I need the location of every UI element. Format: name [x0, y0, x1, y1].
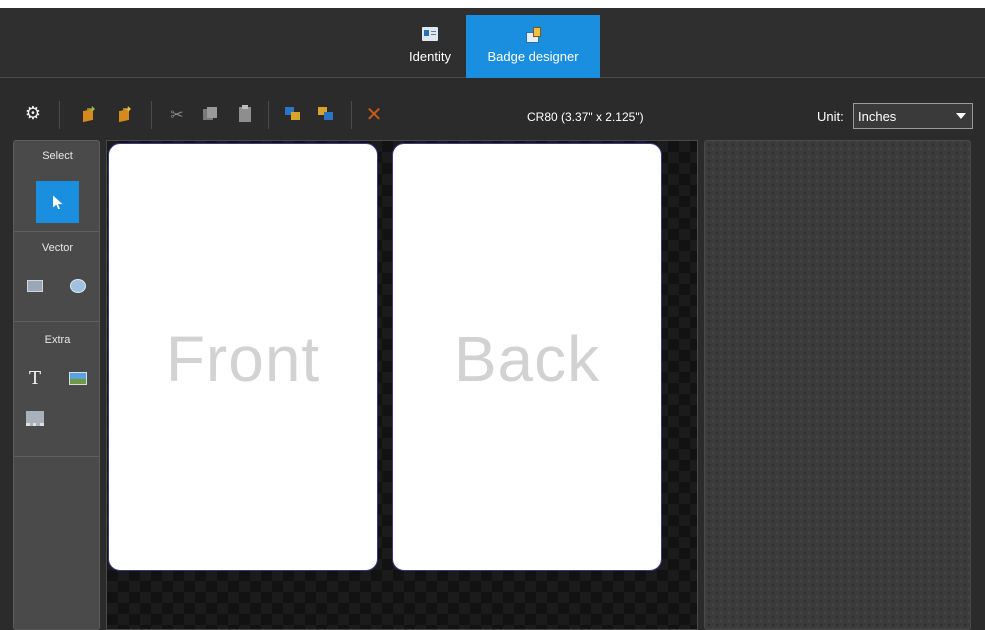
palette-divider [14, 321, 100, 322]
badge-designer-icon [525, 27, 541, 43]
card-back[interactable]: Back [392, 143, 662, 571]
palette-section-extra: Extra [44, 334, 71, 346]
card-front-label: Front [165, 323, 321, 395]
select-tool-button[interactable] [36, 181, 79, 223]
palette-section-select: Select [42, 150, 73, 162]
rectangle-icon [27, 280, 43, 292]
palette-divider [14, 456, 100, 457]
rectangle-tool-button[interactable] [24, 275, 46, 297]
tab-identity[interactable]: Identity [397, 15, 463, 78]
card-front[interactable]: Front [108, 143, 378, 571]
ellipse-icon [70, 279, 86, 293]
ellipse-tool-button[interactable] [67, 275, 89, 297]
badge-designer-window: Identity Badge designer ⚙ ✂ ✕ CR80 (3.37… [0, 8, 985, 630]
tab-badge-designer-label: Badge designer [487, 49, 579, 64]
chevron-down-icon [956, 113, 966, 119]
tool-palette: Select Vector Extra T [13, 140, 100, 630]
tab-bar: Identity Badge designer [0, 8, 985, 78]
design-canvas[interactable]: Front Back [106, 140, 698, 630]
palette-section-vector: Vector [41, 242, 74, 254]
image-icon [69, 371, 87, 385]
tab-badge-designer[interactable]: Badge designer [466, 15, 600, 78]
barcode-icon [26, 410, 44, 426]
barcode-tool-button[interactable] [24, 407, 46, 429]
unit-label: Unit: [817, 109, 844, 124]
tab-identity-label: Identity [409, 49, 451, 64]
unit-select[interactable]: Inches [853, 103, 973, 129]
text-icon: T [28, 367, 41, 389]
card-back-label: Back [453, 323, 601, 395]
pointer-arrow-icon [52, 195, 63, 209]
image-tool-button[interactable] [67, 367, 89, 389]
toolbar: ⚙ ✂ ✕ CR80 (3.37" x 2.125") Unit: Inches [0, 79, 985, 139]
text-tool-button[interactable]: T [24, 367, 46, 389]
identity-card-icon [422, 27, 438, 41]
palette-divider [14, 231, 100, 232]
unit-select-value: Inches [858, 109, 897, 124]
properties-panel [704, 140, 971, 630]
